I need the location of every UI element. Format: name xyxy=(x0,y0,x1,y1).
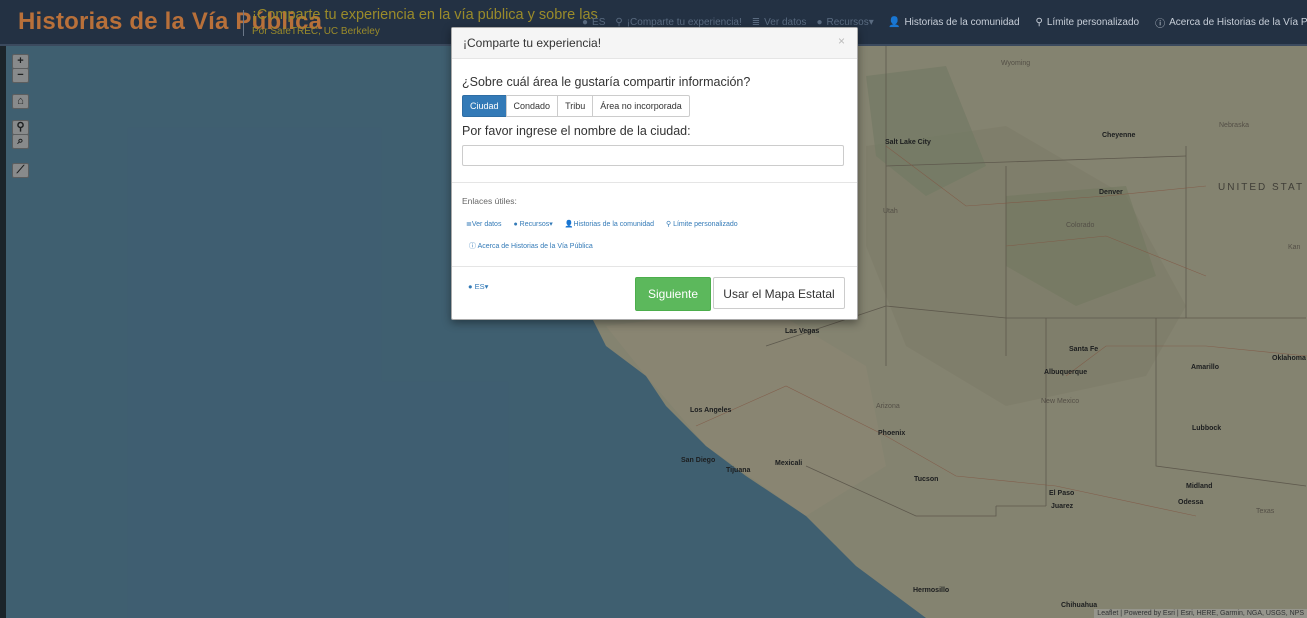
question-circle-icon: ● xyxy=(816,16,823,28)
link-limite-personalizado[interactable]: ⚲ Límite personalizado xyxy=(666,220,738,228)
city-label: Hermosillo xyxy=(913,587,950,594)
city-label: Santa Fe xyxy=(1069,346,1099,353)
nav-share[interactable]: ⚲ ¡Comparte tu experiencia! xyxy=(615,17,741,28)
close-icon[interactable]: × xyxy=(838,34,845,48)
globe-icon: ● xyxy=(468,282,475,291)
city-label: Salt Lake City xyxy=(885,139,931,146)
country-label: UNITED STAT xyxy=(1218,182,1305,193)
map-marker-icon: ⚲ xyxy=(615,16,623,28)
state-label: Texas xyxy=(1256,508,1275,515)
city-label: Tucson xyxy=(914,476,939,483)
area-option-ciudad[interactable]: Ciudad xyxy=(462,95,507,117)
city-label: Albuquerque xyxy=(1044,369,1088,376)
locate-button[interactable]: ⚲ xyxy=(12,120,29,135)
nav-historias-comunidad[interactable]: 👤 Historias de la comunidad xyxy=(888,17,1020,28)
area-question: ¿Sobre cuál área le gustaría compartir i… xyxy=(462,75,751,89)
draw-line-button[interactable]: ⟋ xyxy=(12,163,29,178)
area-type-selector: Ciudad Condado Tribu Área no incorporada xyxy=(462,95,690,117)
state-label: New Mexico xyxy=(1041,398,1080,405)
city-label: Oklahoma xyxy=(1272,355,1306,362)
table-icon: ≣ xyxy=(751,16,761,28)
modal-title: ¡Comparte tu experiencia! xyxy=(463,36,602,50)
zoom-out-button[interactable]: − xyxy=(12,68,29,83)
state-label: Utah xyxy=(883,208,898,215)
app-byline: Por SafeTREC, UC Berkeley xyxy=(252,26,380,37)
info-circle-icon: ⓘ xyxy=(1155,18,1166,30)
next-button[interactable]: Siguiente xyxy=(635,277,711,311)
city-label: Phoenix xyxy=(878,430,906,437)
nav-recursos[interactable]: ● Recursos ▾ xyxy=(816,17,873,28)
nav-limite-personalizado[interactable]: ⚲ Límite personalizado xyxy=(1036,17,1140,28)
city-label: Odessa xyxy=(1178,499,1204,506)
navbar-links: 👤 Historias de la comunidad ⚲ Límite perso… xyxy=(872,0,1307,44)
app-tagline: ¡Comparte tu experiencia en la vía públi… xyxy=(252,7,598,23)
user-icon: 👤 xyxy=(888,16,901,28)
use-state-map-button[interactable]: Usar el Mapa Estatal xyxy=(713,277,845,309)
state-label: Arizona xyxy=(876,403,900,410)
globe-icon: ● xyxy=(582,16,589,28)
useful-links: ≣Ver datos ● Recursos▾ 👤Historias de la … xyxy=(466,220,750,228)
home-button[interactable]: ⌂ xyxy=(12,94,29,109)
area-option-no-incorporada[interactable]: Área no incorporada xyxy=(592,95,690,117)
state-label: Kan xyxy=(1288,244,1301,251)
language-selector[interactable]: ● ES▾ xyxy=(468,282,488,291)
city-label: Juarez xyxy=(1051,503,1074,510)
state-label: Wyoming xyxy=(1001,60,1031,67)
area-option-condado[interactable]: Condado xyxy=(505,95,559,117)
nav-acerca[interactable]: ⓘAcerca de Historias de la Vía Pública xyxy=(1155,15,1307,30)
city-label: Las Vegas xyxy=(785,328,820,335)
city-label: Chihuahua xyxy=(1061,602,1098,609)
modal-footer-divider xyxy=(452,266,857,267)
city-label: Denver xyxy=(1099,189,1123,196)
share-experience-modal: ¡Comparte tu experiencia! × ¿Sobre cuál … xyxy=(451,27,858,320)
caret-down-icon: ▾ xyxy=(549,221,553,228)
city-label: Amarillo xyxy=(1191,364,1220,371)
state-label: Colorado xyxy=(1066,222,1095,229)
search-map-button[interactable]: ⌕ xyxy=(12,134,29,149)
link-ver-datos[interactable]: ≣Ver datos xyxy=(466,220,501,228)
state-label: Nebraska xyxy=(1219,122,1249,129)
link-recursos[interactable]: ● Recursos▾ xyxy=(513,220,552,228)
city-label: Mexicali xyxy=(775,460,803,467)
area-option-tribu[interactable]: Tribu xyxy=(557,95,594,117)
nav-ver-datos[interactable]: ≣ Ver datos xyxy=(752,17,807,28)
map-attribution[interactable]: Leaflet | Powered by Esri | Esri, HERE, … xyxy=(1094,609,1307,618)
modal-header: ¡Comparte tu experiencia! × xyxy=(452,28,857,59)
nav-lang[interactable]: ● ES xyxy=(582,17,605,28)
useful-links-title: Enlaces útiles: xyxy=(462,196,517,206)
zoom-in-button[interactable]: + xyxy=(12,54,29,69)
city-label: Midland xyxy=(1186,483,1213,490)
city-label: San Diego xyxy=(681,457,716,464)
city-label: Tijuana xyxy=(726,467,751,474)
brand-divider xyxy=(243,10,244,36)
caret-down-icon: ▾ xyxy=(484,282,489,291)
link-acerca[interactable]: ⓘ Acerca de Historias de la Vía Pública xyxy=(469,241,593,251)
city-name-input[interactable] xyxy=(462,145,844,166)
map-marker-icon: ⚲ xyxy=(1035,16,1043,28)
info-circle-icon: ⓘ xyxy=(469,243,478,250)
city-label: Los Angeles xyxy=(690,407,732,414)
city-label: Cheyenne xyxy=(1102,132,1136,139)
city-label: Lubbock xyxy=(1192,425,1222,432)
city-field-label: Por favor ingrese el nombre de la ciudad… xyxy=(462,124,691,138)
modal-divider xyxy=(452,182,857,183)
link-historias-comunidad[interactable]: 👤Historias de la comunidad xyxy=(565,220,654,228)
city-label: El Paso xyxy=(1049,490,1075,497)
